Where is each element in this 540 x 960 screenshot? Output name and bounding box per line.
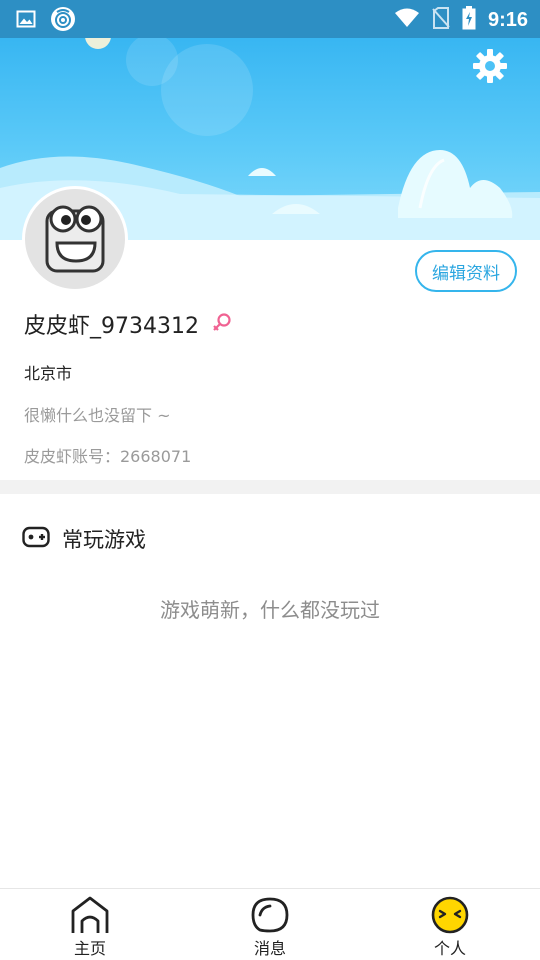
status-time: 9:16 [487, 8, 528, 31]
profile-face-icon [431, 896, 469, 934]
wifi-icon [394, 8, 420, 32]
city-label: 北京市 [24, 364, 73, 383]
section-title: 常玩游戏 [62, 528, 146, 552]
empty-games-message: 游戏萌新，什么都没玩过 [160, 598, 380, 622]
gear-icon [473, 49, 507, 83]
status-bar: 9:16 [0, 0, 540, 38]
username-row: 皮皮虾_9734312 [24, 308, 233, 340]
bio-text: 很懒什么也没留下 ~ [24, 406, 171, 425]
app-notification-icon [50, 6, 76, 36]
gamepad-icon [22, 525, 50, 553]
account-wrap: 皮皮虾账号：2668071 [24, 444, 191, 464]
account-number: 皮皮虾账号：2668071 [24, 447, 192, 464]
username: 皮皮虾_9734312 [24, 314, 199, 339]
no-sim-icon [432, 7, 450, 33]
bottom-nav: 主页 消息 个人 [0, 888, 540, 960]
nav-home-label: 主页 [73, 939, 106, 958]
nav-profile-label: 个人 [433, 939, 466, 958]
female-icon [211, 311, 233, 337]
nav-profile[interactable]: 个人 [360, 889, 540, 960]
image-icon [16, 9, 36, 33]
nav-messages-label: 消息 [253, 939, 286, 958]
avatar[interactable] [22, 186, 128, 292]
edit-profile-button[interactable]: 编辑资料 [415, 250, 517, 292]
battery-charging-icon [462, 6, 476, 34]
nav-messages[interactable]: 消息 [180, 889, 360, 960]
games-section-header: 常玩游戏 [22, 524, 146, 554]
section-divider [0, 480, 540, 494]
nav-home[interactable]: 主页 [0, 889, 180, 960]
avatar-face-icon [45, 205, 105, 273]
message-icon [251, 897, 289, 933]
home-icon [71, 896, 109, 933]
settings-button[interactable] [470, 46, 510, 86]
